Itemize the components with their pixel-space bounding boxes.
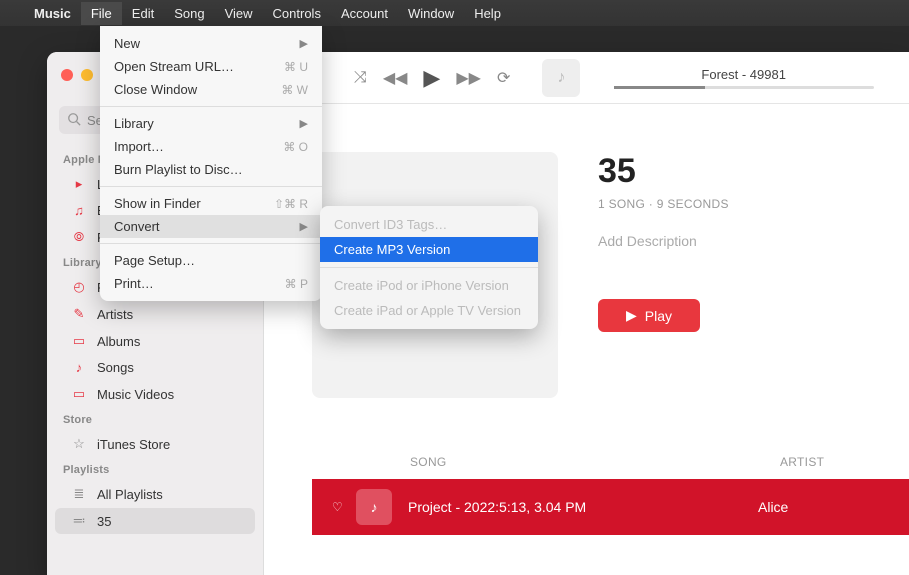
chevron-right-icon: ▶	[300, 117, 308, 130]
menu-window[interactable]: Window	[398, 2, 464, 25]
menu-convert-id3[interactable]: Convert ID3 Tags…	[320, 212, 538, 237]
sidebar-item-songs[interactable]: ♪Songs	[55, 355, 255, 380]
nowplaying-title: Forest - 49981	[701, 67, 786, 86]
progress-bar[interactable]	[614, 86, 874, 89]
chevron-right-icon: ▶	[300, 220, 308, 233]
file-menu-dropdown: New▶ Open Stream URL…⌘ U Close Window⌘ W…	[100, 26, 322, 301]
radio-icon: ⦾	[71, 229, 87, 245]
menu-create-mp3[interactable]: Create MP3 Version	[320, 237, 538, 262]
nowplaying-info: Forest - 49981	[598, 67, 889, 89]
shuffle-icon[interactable]: ⤨	[354, 69, 367, 87]
rewind-icon[interactable]: ◀◀	[383, 68, 408, 88]
track-artist: Alice	[758, 499, 788, 515]
sidebar-item-itunes-store[interactable]: ☆iTunes Store	[55, 431, 255, 457]
mic-icon: ✎	[71, 306, 87, 322]
play-circle-icon: ▸	[71, 176, 87, 192]
menu-import[interactable]: Import…⌘ O	[100, 135, 322, 158]
menu-close-window[interactable]: Close Window⌘ W	[100, 78, 322, 101]
menu-page-setup[interactable]: Page Setup…	[100, 249, 322, 272]
playlist-icon: ≣	[71, 486, 87, 502]
menu-controls[interactable]: Controls	[263, 2, 331, 25]
minimize-window-button[interactable]	[81, 69, 93, 81]
playlist-description[interactable]: Add Description	[598, 233, 729, 249]
menu-print[interactable]: Print…⌘ P	[100, 272, 322, 295]
menu-create-ipad[interactable]: Create iPad or Apple TV Version	[320, 298, 538, 323]
section-store: Store	[47, 408, 263, 430]
table-row[interactable]: ♡ ♪ Project - 2022:5:13, 3.04 PM Alice	[312, 479, 909, 535]
songs-table: SONG ARTIST ♡ ♪ Project - 2022:5:13, 3.0…	[312, 445, 909, 575]
nowplaying-artwork: ♪	[542, 59, 580, 97]
convert-submenu: Convert ID3 Tags… Create MP3 Version Cre…	[320, 206, 538, 329]
table-header: SONG ARTIST	[312, 445, 909, 479]
sidebar-item-albums[interactable]: ▭Albums	[55, 328, 255, 354]
sidebar-item-all-playlists[interactable]: ≣All Playlists	[55, 481, 255, 507]
col-song[interactable]: SONG	[410, 455, 780, 469]
section-playlists: Playlists	[47, 458, 263, 480]
menubar: Music File Edit Song View Controls Accou…	[0, 0, 909, 26]
play-button[interactable]: ▶Play	[598, 299, 700, 332]
playlist-meta: 1 SONG · 9 SECONDS	[598, 197, 729, 211]
forward-icon[interactable]: ▶▶	[456, 68, 481, 88]
col-artist[interactable]: ARTIST	[780, 455, 824, 469]
repeat-icon[interactable]: ⟳	[497, 68, 510, 88]
menu-view[interactable]: View	[215, 2, 263, 25]
sidebar-item-playlist-35[interactable]: ≕35	[55, 508, 255, 534]
music-note-icon: ♫	[71, 203, 87, 218]
menu-show-finder[interactable]: Show in Finder⇧⌘ R	[100, 192, 322, 215]
menu-edit[interactable]: Edit	[122, 2, 164, 25]
search-icon	[67, 112, 81, 129]
sidebar-item-music-videos[interactable]: ▭Music Videos	[55, 381, 255, 407]
play-triangle-icon: ▶	[626, 307, 637, 324]
love-icon[interactable]: ♡	[332, 500, 356, 514]
menu-convert[interactable]: Convert▶	[100, 215, 322, 238]
sidebar-item-artists[interactable]: ✎Artists	[55, 301, 255, 327]
track-artwork: ♪	[356, 489, 392, 525]
menu-burn[interactable]: Burn Playlist to Disc…	[100, 158, 322, 181]
star-icon: ☆	[71, 436, 87, 452]
close-window-button[interactable]	[61, 69, 73, 81]
menu-app[interactable]: Music	[24, 2, 81, 25]
note-icon: ♪	[71, 360, 87, 375]
playlist-icon: ≕	[71, 513, 87, 529]
menu-library[interactable]: Library▶	[100, 112, 322, 135]
play-icon[interactable]: ▶	[423, 65, 440, 91]
album-icon: ▭	[71, 333, 87, 349]
menu-new[interactable]: New▶	[100, 32, 322, 55]
menu-create-ipod[interactable]: Create iPod or iPhone Version	[320, 273, 538, 298]
menu-song[interactable]: Song	[164, 2, 214, 25]
playback-controls: ⤨ ◀◀ ▶ ▶▶ ⟳	[354, 65, 510, 91]
menu-file[interactable]: File	[81, 2, 122, 25]
playlist-title[interactable]: 35	[598, 152, 729, 191]
clock-icon: ◴	[71, 279, 87, 295]
toolbar: ⤨ ◀◀ ▶ ▶▶ ⟳ ♪ Forest - 49981	[264, 52, 909, 104]
menu-account[interactable]: Account	[331, 2, 398, 25]
chevron-right-icon: ▶	[300, 37, 308, 50]
menu-open-stream[interactable]: Open Stream URL…⌘ U	[100, 55, 322, 78]
video-icon: ▭	[71, 386, 87, 402]
menu-help[interactable]: Help	[464, 2, 511, 25]
track-title: Project - 2022:5:13, 3.04 PM	[408, 499, 758, 515]
